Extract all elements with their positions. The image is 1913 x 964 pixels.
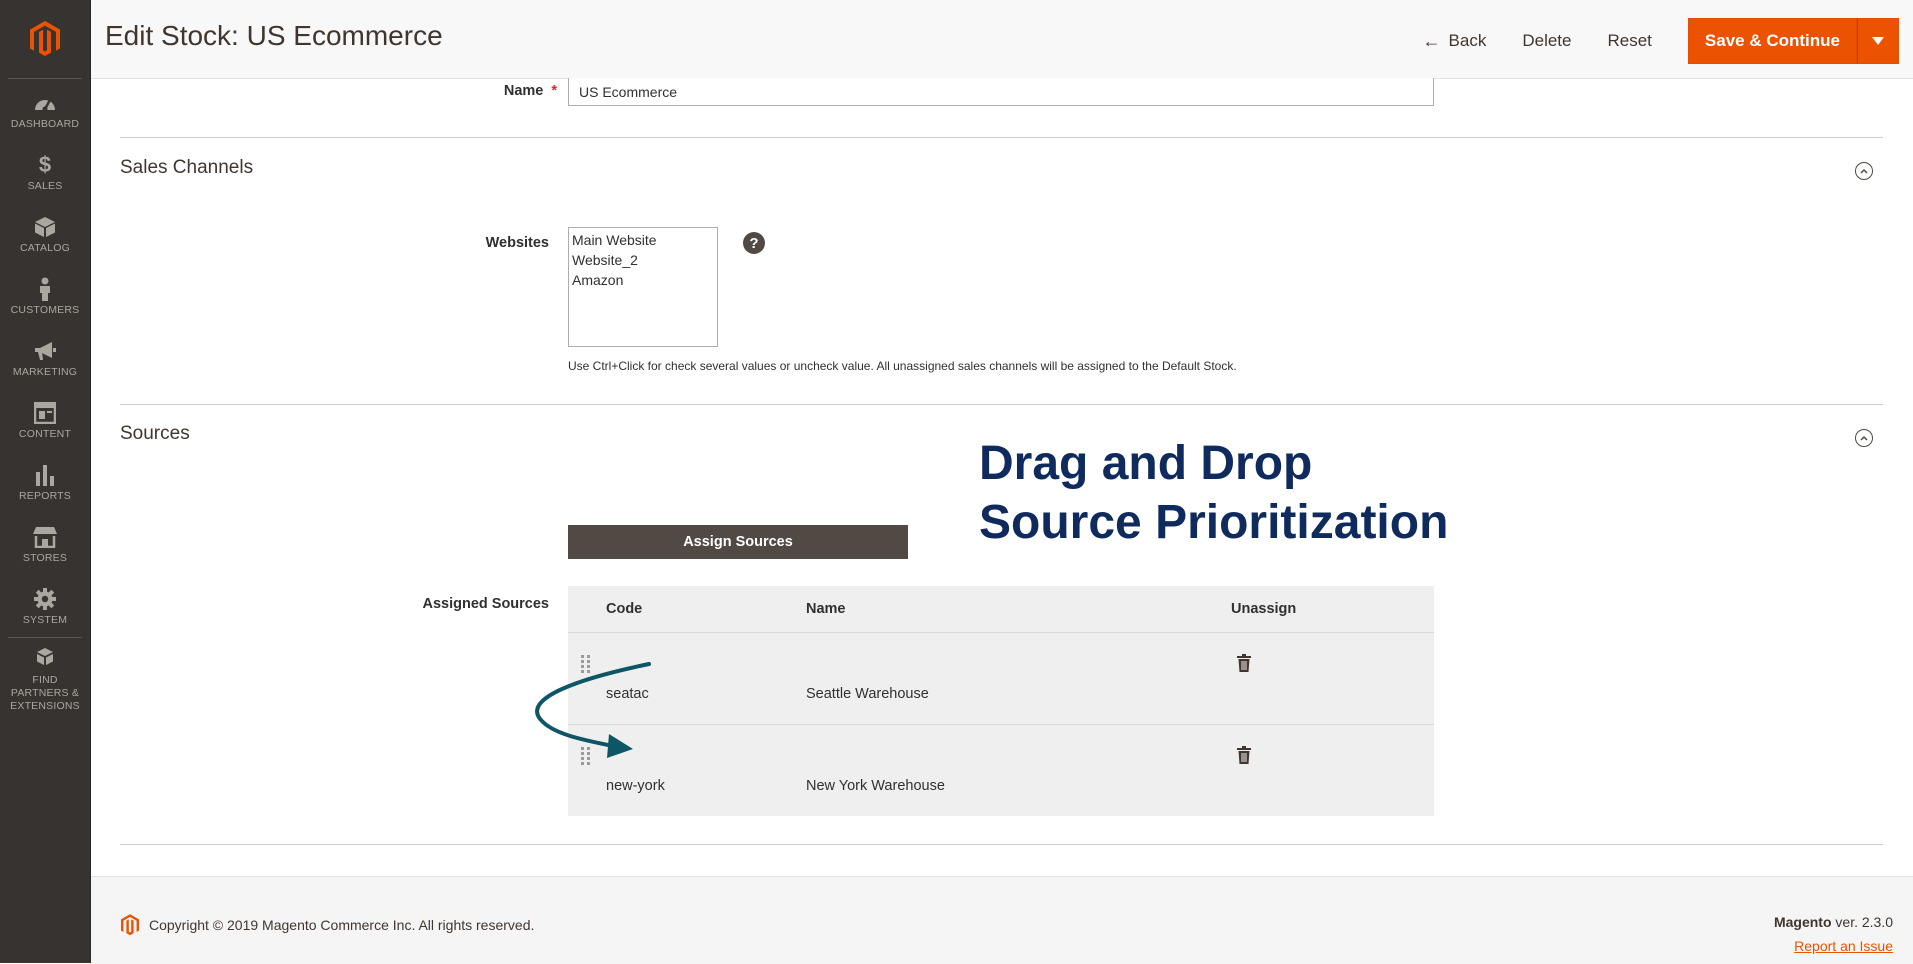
table-row: new-york New York Warehouse — [568, 725, 1434, 816]
dashboard-icon — [33, 90, 57, 116]
save-split-button: Save & Continue — [1687, 18, 1899, 64]
stock-edit-form: Name * Sales Channels Websites Main Websi… — [91, 78, 1913, 875]
name-label-text: Name — [503, 83, 544, 99]
trash-icon[interactable] — [1237, 746, 1251, 768]
arrow-left-icon: ← — [1422, 30, 1441, 51]
dollar-icon: $ — [38, 151, 52, 177]
sidebar-item-content[interactable]: CONTENT — [8, 389, 82, 451]
gear-icon — [33, 586, 57, 612]
assigned-sources-label: Assigned Sources — [422, 596, 549, 612]
delete-button[interactable]: Delete — [1504, 19, 1589, 63]
source-code: new-york — [606, 778, 665, 794]
sidebar-item-stores[interactable]: STORES — [8, 513, 82, 575]
sidebar-item-label: MARKETING — [12, 365, 78, 378]
column-header-code: Code — [606, 601, 643, 617]
section-divider — [120, 137, 1883, 138]
required-asterisk: * — [551, 83, 557, 99]
box-icon — [34, 214, 56, 240]
page-title: Edit Stock: US Ecommerce — [105, 20, 443, 51]
source-name: New York Warehouse — [806, 778, 945, 794]
save-and-continue-button[interactable]: Save & Continue — [1687, 18, 1857, 64]
section-divider — [120, 404, 1883, 405]
page-header: Edit Stock: US Ecommerce ← Back Delete R… — [91, 0, 1913, 79]
overlay-line-1: Drag and Drop — [979, 437, 1313, 490]
websites-multiselect[interactable]: Main Website Website_2 Amazon — [568, 227, 718, 347]
sidebar-item-label: CONTENT — [18, 427, 72, 440]
magento-logo-icon — [30, 21, 60, 56]
websites-note: Use Ctrl+Click for check several values … — [568, 359, 1237, 373]
collapse-sales-channels-icon[interactable] — [1855, 162, 1873, 180]
save-options-toggle[interactable] — [1857, 18, 1899, 64]
back-button-label: Back — [1448, 31, 1487, 50]
sidebar-item-label: SALES — [27, 179, 63, 192]
sidebar-item-label: REPORTS — [19, 489, 71, 502]
admin-sidebar: DASHBOARD $ SALES CATALOG CUSTOMERS MARK… — [0, 0, 91, 963]
sidebar-item-marketing[interactable]: MARKETING — [8, 327, 82, 389]
reset-button[interactable]: Reset — [1589, 19, 1669, 63]
copyright: Copyright © 2019 Magento Commerce Inc. A… — [121, 914, 534, 936]
bar-chart-icon — [34, 462, 56, 488]
column-header-unassign: Unassign — [1231, 601, 1297, 617]
magento-logo[interactable] — [8, 0, 82, 79]
page-footer: Copyright © 2019 Magento Commerce Inc. A… — [91, 876, 1913, 964]
version-line: Magento ver. 2.3.0 — [1774, 914, 1893, 930]
chevron-down-icon — [1872, 37, 1884, 45]
magento-logo-icon — [121, 914, 139, 936]
table-row: seatac Seattle Warehouse — [568, 633, 1434, 725]
assigned-sources-grid: Code Name Unassign seatac Seattle Wareho… — [568, 586, 1434, 816]
copyright-text: Copyright © 2019 Magento Commerce Inc. A… — [149, 917, 535, 933]
back-button[interactable]: ← Back — [1405, 19, 1505, 63]
column-header-name: Name — [806, 601, 846, 617]
websites-field-label: Websites — [485, 235, 549, 251]
sidebar-item-label: CUSTOMERS — [10, 303, 80, 316]
sidebar-nav: DASHBOARD $ SALES CATALOG CUSTOMERS MARK… — [8, 79, 82, 715]
name-field-label: Name * — [357, 83, 557, 99]
version-info: Magento ver. 2.3.0 Report an Issue — [1774, 914, 1893, 954]
sidebar-item-label: DASHBOARD — [10, 117, 80, 130]
section-divider — [120, 844, 1883, 845]
website-option[interactable]: Main Website — [572, 230, 714, 250]
sources-title[interactable]: Sources — [120, 423, 190, 445]
drag-drop-overlay-title: Drag and Drop Source Prioritization — [979, 434, 1448, 552]
brand-name: Magento — [1773, 914, 1832, 930]
sidebar-item-label: FIND PARTNERS & EXTENSIONS — [10, 674, 80, 712]
name-input[interactable] — [568, 78, 1434, 106]
sidebar-item-label: CATALOG — [19, 241, 71, 254]
sidebar-item-label: SYSTEM — [22, 613, 68, 626]
assign-sources-button[interactable]: Assign Sources — [568, 525, 908, 559]
storefront-icon — [33, 524, 57, 550]
sidebar-item-reports[interactable]: REPORTS — [8, 451, 82, 513]
sidebar-item-catalog[interactable]: CATALOG — [8, 203, 82, 265]
trash-icon[interactable] — [1237, 654, 1251, 676]
page-actions: ← Back Delete Reset Save & Continue — [1405, 18, 1899, 64]
sidebar-item-customers[interactable]: CUSTOMERS — [8, 265, 82, 327]
layout-icon — [34, 400, 56, 426]
sidebar-item-dashboard[interactable]: DASHBOARD — [8, 79, 82, 141]
help-icon[interactable]: ? — [743, 232, 765, 254]
sidebar-item-system[interactable]: SYSTEM — [8, 575, 82, 637]
cubes-icon — [33, 646, 57, 672]
sales-channels-title[interactable]: Sales Channels — [120, 157, 253, 179]
collapse-sources-icon[interactable] — [1855, 429, 1873, 447]
sidebar-item-find-partners[interactable]: FIND PARTNERS & EXTENSIONS — [8, 637, 82, 715]
megaphone-icon — [33, 338, 57, 364]
drag-arrow-annotation — [535, 662, 651, 758]
overlay-line-2: Source Prioritization — [979, 496, 1449, 549]
sidebar-item-sales[interactable]: $ SALES — [8, 141, 82, 203]
website-option[interactable]: Amazon — [572, 270, 714, 290]
report-issue-link[interactable]: Report an Issue — [1774, 938, 1893, 954]
source-name: Seattle Warehouse — [806, 686, 929, 702]
sidebar-item-label: STORES — [22, 551, 68, 564]
grid-header: Code Name Unassign — [568, 586, 1434, 633]
version-text: ver. 2.3.0 — [1831, 914, 1893, 930]
person-icon — [37, 276, 53, 302]
website-option[interactable]: Website_2 — [572, 250, 714, 270]
